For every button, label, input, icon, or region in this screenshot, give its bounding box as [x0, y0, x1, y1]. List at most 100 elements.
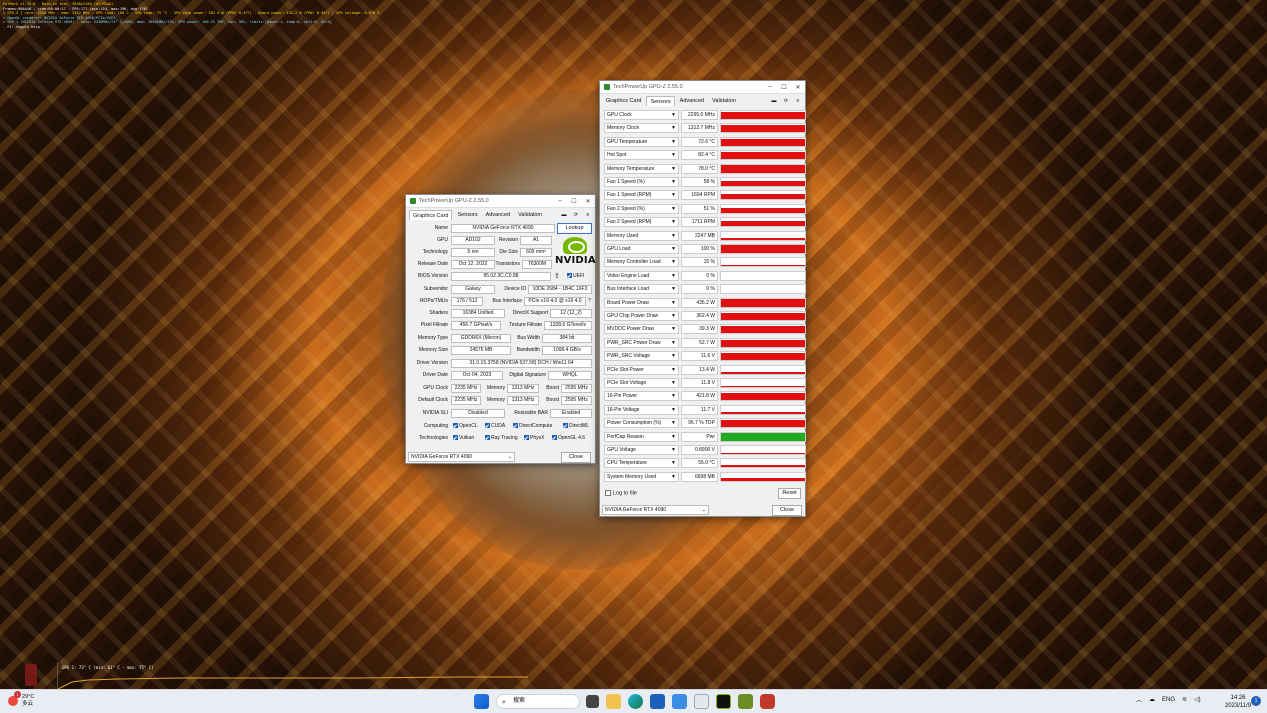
device-select[interactable]: NVIDIA GeForce RTX 4090 ⌄: [408, 452, 515, 462]
clock[interactable]: 14:26 2023/11/9: [1222, 694, 1254, 710]
sensor-name[interactable]: PCIe Slot Power ▼: [604, 364, 679, 375]
dropdown-arrow-icon[interactable]: ▼: [671, 392, 676, 400]
store-icon[interactable]: [650, 694, 665, 709]
start-icon[interactable]: [474, 694, 489, 709]
dropdown-arrow-icon[interactable]: ▼: [671, 218, 676, 226]
sensor-name[interactable]: Board Power Draw ▼: [604, 297, 679, 308]
dropdown-arrow-icon[interactable]: ▼: [671, 473, 676, 481]
sensor-name[interactable]: PWR_SRC Power Draw ▼: [604, 337, 679, 348]
dropdown-arrow-icon[interactable]: ▼: [671, 299, 676, 307]
camera-icon[interactable]: ▬: [770, 97, 778, 105]
dropdown-arrow-icon[interactable]: ▼: [671, 446, 676, 454]
close-button[interactable]: Close: [561, 452, 591, 463]
tab-sensors[interactable]: Sensors: [454, 210, 480, 220]
minimize-icon[interactable]: –: [553, 198, 567, 204]
sensor-name[interactable]: PWR_SRC Voltage ▼: [604, 351, 679, 362]
close-icon[interactable]: ✕: [791, 84, 805, 91]
sensor-name[interactable]: Bus Interface Load ▼: [604, 284, 679, 295]
close-icon[interactable]: ✕: [581, 198, 595, 205]
sensor-name[interactable]: Memory Clock ▼: [604, 123, 679, 134]
dropdown-arrow-icon[interactable]: ▼: [671, 352, 676, 360]
dropdown-arrow-icon[interactable]: ▼: [671, 433, 676, 441]
sensor-name[interactable]: Fan 2 Speed (%) ▼: [604, 203, 679, 214]
sensor-name[interactable]: GPU Load ▼: [604, 244, 679, 254]
furmark-icon[interactable]: [760, 694, 775, 709]
close-button[interactable]: Close: [772, 505, 802, 516]
dropdown-arrow-icon[interactable]: ▼: [671, 124, 676, 132]
device-select[interactable]: NVIDIA GeForce RTX 4090 ⌄: [602, 505, 709, 515]
sensor-name[interactable]: Memory Temperature ▼: [604, 163, 679, 174]
sensor-name[interactable]: PerfCap Reason ▼: [604, 431, 679, 442]
bus-help-icon[interactable]: ?: [588, 298, 591, 304]
sensor-name[interactable]: GPU Clock ▼: [604, 110, 679, 120]
wifi-icon[interactable]: ≋: [1182, 696, 1187, 703]
sensor-name[interactable]: GPU Temperature ▼: [604, 136, 679, 147]
sensor-name[interactable]: 16-Pin Power ▼: [604, 391, 679, 402]
tab-validation[interactable]: Validation: [709, 96, 739, 106]
dropdown-arrow-icon[interactable]: ▼: [671, 245, 676, 253]
dropdown-arrow-icon[interactable]: ▼: [671, 191, 676, 199]
dropdown-arrow-icon[interactable]: ▼: [671, 285, 676, 293]
dropdown-arrow-icon[interactable]: ▼: [671, 138, 676, 146]
tab-validation[interactable]: Validation: [515, 210, 545, 220]
tab-advanced[interactable]: Advanced: [483, 210, 513, 220]
sensor-name[interactable]: Fan 2 Speed (RPM) ▼: [604, 217, 679, 228]
checkbox-box[interactable]: [605, 490, 611, 496]
dropdown-arrow-icon[interactable]: ▼: [671, 366, 676, 374]
dropdown-arrow-icon[interactable]: ▼: [671, 459, 676, 467]
refresh-icon[interactable]: ⟳: [572, 211, 580, 219]
dropdown-arrow-icon[interactable]: ▼: [671, 406, 676, 414]
sensor-name[interactable]: Fan 1 Speed (RPM) ▼: [604, 190, 679, 201]
gpuz-taskbar-icon[interactable]: [694, 694, 709, 709]
dropdown-arrow-icon[interactable]: ▼: [671, 379, 676, 387]
chevron-up-icon[interactable]: ︿: [1136, 695, 1142, 704]
sensor-name[interactable]: MVDDC Power Draw ▼: [604, 324, 679, 335]
menu-icon[interactable]: ≡: [794, 97, 802, 105]
search-box[interactable]: ⌕ 搜索: [496, 694, 580, 709]
maximize-icon[interactable]: ☐: [567, 198, 581, 205]
menu-icon[interactable]: ≡: [584, 211, 592, 219]
sensor-name[interactable]: GPU Chip Power Draw ▼: [604, 311, 679, 321]
dropdown-arrow-icon[interactable]: ▼: [671, 165, 676, 173]
tab-advanced[interactable]: Advanced: [677, 96, 707, 106]
dropdown-arrow-icon[interactable]: ▼: [671, 111, 676, 119]
notification-badge[interactable]: 1: [1251, 696, 1261, 706]
cloud-icon[interactable]: ☁: [1149, 696, 1155, 703]
dropdown-arrow-icon[interactable]: ▼: [671, 258, 676, 266]
sensor-name[interactable]: Power Consumption (%) ▼: [604, 418, 679, 429]
sensor-name[interactable]: PCIe Slot Voltage ▼: [604, 378, 679, 388]
dropdown-arrow-icon[interactable]: ▼: [671, 178, 676, 186]
minimize-icon[interactable]: –: [763, 84, 777, 90]
dropdown-arrow-icon[interactable]: ▼: [671, 205, 676, 213]
dropdown-arrow-icon[interactable]: ▼: [671, 339, 676, 347]
dropdown-arrow-icon[interactable]: ▼: [671, 312, 676, 320]
refresh-icon[interactable]: ⟳: [782, 97, 790, 105]
tab-graphics-card[interactable]: Graphics Card: [603, 96, 644, 106]
camera-icon[interactable]: ▬: [560, 211, 568, 219]
sensor-name[interactable]: 16-Pin Voltage ▼: [604, 404, 679, 415]
sensor-name[interactable]: GPU Voltage ▼: [604, 445, 679, 455]
tab-graphics-card[interactable]: Graphics Card: [409, 210, 453, 220]
dropdown-arrow-icon[interactable]: ▼: [671, 151, 676, 159]
window-titlebar[interactable]: TechPowerUp GPU-Z 2.55.0 – ☐ ✕: [600, 81, 805, 94]
gpuz-taskbar-icon-2[interactable]: [738, 694, 753, 709]
lookup-button[interactable]: Lookup: [557, 223, 592, 234]
sensor-name[interactable]: Video Engine Load ▼: [604, 270, 679, 281]
window-titlebar[interactable]: TechPowerUp GPU-Z 2.55.0 – ☐ ✕: [406, 195, 595, 208]
share-icon[interactable]: ⇪: [554, 272, 560, 280]
edge-icon[interactable]: [628, 694, 643, 709]
reset-button[interactable]: Reset: [778, 488, 801, 499]
sensor-name[interactable]: Memory Controller Load ▼: [604, 257, 679, 268]
dropdown-arrow-icon[interactable]: ▼: [671, 325, 676, 333]
maximize-icon[interactable]: ☐: [777, 84, 791, 91]
sensor-name[interactable]: Fan 1 Speed (%) ▼: [604, 177, 679, 187]
file-explorer-icon[interactable]: [606, 694, 621, 709]
dropdown-arrow-icon[interactable]: ▼: [671, 232, 676, 240]
nvidia-taskbar-icon[interactable]: [716, 694, 731, 709]
dropdown-arrow-icon[interactable]: ▼: [671, 419, 676, 427]
volume-icon[interactable]: ◁): [1194, 696, 1201, 703]
language-indicator[interactable]: ENG: [1162, 697, 1175, 703]
sensor-name[interactable]: Memory Used ▼: [604, 230, 679, 241]
dropdown-arrow-icon[interactable]: ▼: [671, 272, 676, 280]
task-view-icon[interactable]: [586, 695, 599, 708]
